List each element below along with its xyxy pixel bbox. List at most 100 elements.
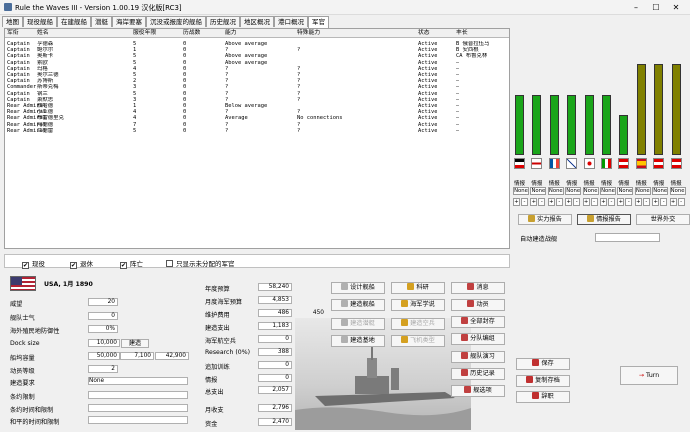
- intel-minus-button[interactable]: -: [538, 198, 546, 206]
- budget-label: 建造支出: [205, 325, 230, 332]
- auto-build-dropdown[interactable]: [595, 233, 660, 242]
- power-report-button[interactable]: 实力报告: [518, 214, 572, 225]
- buttons_col3-button[interactable]: 全部封存: [451, 316, 505, 328]
- tab-4[interactable]: 海岸要塞: [112, 16, 146, 27]
- table-row[interactable]: Captain 苏博斯 2 0?? Active –: [5, 78, 509, 84]
- intel-minus-button[interactable]: -: [660, 198, 668, 206]
- tab-8[interactable]: 港口概况: [274, 16, 308, 27]
- buttons_col1-button[interactable]: 建造潜艇: [331, 318, 385, 330]
- buttons_col4-button[interactable]: 辞职: [516, 391, 570, 403]
- tab-1[interactable]: 现役舰船: [23, 16, 57, 27]
- dock-build-button[interactable]: 建造: [121, 339, 149, 348]
- table-row[interactable]: Captain 萧默思 3 0?? Active –: [5, 97, 509, 103]
- tab-6[interactable]: 历史舰况: [206, 16, 240, 27]
- buttons_col4-button[interactable]: 复制存档: [516, 375, 570, 387]
- table-row[interactable]: Captain 奥斯卡 5 0 Above average Active CA 布鲁克林: [5, 53, 509, 59]
- nation-flag-icon: [618, 158, 630, 169]
- table-cell: Active: [418, 109, 438, 116]
- intel-plus-button[interactable]: +: [547, 198, 555, 206]
- intel-minus-button[interactable]: -: [573, 198, 581, 206]
- table-row[interactable]: Rear Admiral 布雷德里克 4 0 Average No connections…: [5, 115, 509, 121]
- intel-minus-button[interactable]: -: [590, 198, 598, 206]
- button-icon: [401, 319, 409, 326]
- buttons_col3-button[interactable]: 舰选项: [451, 385, 505, 397]
- intel-plus-button[interactable]: +: [600, 198, 607, 206]
- budget-label: 月度海军预算: [205, 299, 243, 306]
- filter-checkbox[interactable]: ✔ 退休: [70, 258, 93, 269]
- table-row[interactable]: Commander 斯蒂克梅 3 0?? Active –: [5, 84, 509, 90]
- filter-checkbox[interactable]: ✔ 阵亡: [120, 258, 143, 269]
- intel-report-button[interactable]: 情报报告: [577, 214, 631, 225]
- tab-3[interactable]: 潜艇: [91, 16, 112, 27]
- officer-list[interactable]: 军衔 姓名 服役年限 历战数 能力 特殊能力 状态 丰长 Captain 亨德森 5 0 Above …: [4, 28, 510, 249]
- tab-9[interactable]: 军官: [308, 16, 329, 28]
- table-cell: 1: [133, 47, 137, 54]
- buttons_col3-button[interactable]: 动员: [451, 299, 505, 311]
- budget-value: 0: [258, 335, 292, 343]
- buttons_col2-button[interactable]: 科研: [391, 282, 445, 294]
- tab-0[interactable]: 地图: [2, 16, 23, 27]
- intel-plus-button[interactable]: +: [582, 198, 590, 206]
- budget-value: 388: [258, 348, 292, 356]
- filter-checkbox[interactable]: ✔ 现役: [22, 258, 45, 269]
- tab-7[interactable]: 地区概况: [240, 16, 274, 27]
- intel-plus-button[interactable]: +: [669, 198, 677, 206]
- strength-bar: [532, 95, 542, 155]
- intel-plus-button[interactable]: +: [530, 198, 538, 206]
- intel-plus-button[interactable]: +: [617, 198, 625, 206]
- table-row[interactable]: Captain 钢兰 5 0?? Active –: [5, 91, 509, 97]
- table-cell: 3: [133, 84, 137, 91]
- intel-minus-button[interactable]: -: [677, 198, 685, 206]
- buttons_col1-button[interactable]: 建造基地: [331, 335, 385, 347]
- intel-plus-button[interactable]: +: [513, 198, 520, 206]
- buttons_col2-button[interactable]: 建造空兵: [391, 318, 445, 330]
- table-row[interactable]: Rear Admiral 兰德雷 5 0?? Active –: [5, 128, 509, 134]
- table-cell: 斯蒂克梅: [37, 84, 59, 91]
- turn-button[interactable]: → Turn: [620, 366, 678, 385]
- intel-minus-button[interactable]: -: [521, 198, 528, 206]
- buttons_col2-button[interactable]: 海军学说: [391, 299, 445, 311]
- button-icon: [464, 386, 472, 393]
- table-row[interactable]: Captain 索欧 5 0 Above average Active –: [5, 60, 509, 66]
- table-cell: 5: [133, 72, 137, 78]
- table-row[interactable]: Captain 亨德森 5 0 Above average Active B 俄普拉伍马: [5, 41, 509, 47]
- tab-2[interactable]: 在建舰船: [57, 16, 91, 27]
- checkbox-box[interactable]: ✔: [70, 262, 77, 269]
- checkbox-box[interactable]: ✔: [22, 262, 29, 269]
- intel-minus-button[interactable]: -: [608, 198, 615, 206]
- filter-checkbox[interactable]: 只显示未分配的军官: [166, 258, 235, 268]
- table-cell: 1: [133, 103, 137, 109]
- stat-value: [88, 404, 188, 412]
- table-row[interactable]: Captain 鲍尔尔 1 0?? Active B 安西根: [5, 47, 509, 53]
- power-report-label: 实力报告: [537, 216, 562, 223]
- minimize-icon[interactable]: –: [630, 2, 642, 13]
- buttons_col2-button[interactable]: 飞机类型: [391, 335, 445, 347]
- close-icon[interactable]: ✕: [670, 2, 682, 13]
- world-diplomacy-button[interactable]: 世界外交: [636, 214, 690, 225]
- intel-minus-button[interactable]: -: [555, 198, 563, 206]
- table-row[interactable]: Rear Admiral 默哈德 1 0 Below average Active –: [5, 103, 509, 109]
- table-row[interactable]: Captain 玛格 4 0?? Active –: [5, 66, 509, 72]
- tab-5[interactable]: 沉没或报废的舰船: [146, 16, 206, 27]
- intel-plus-button[interactable]: +: [565, 198, 573, 206]
- buttons_col3-button[interactable]: 消息: [451, 282, 505, 294]
- buttons_col3-button[interactable]: 舰队演习: [451, 351, 505, 363]
- intel-plus-button[interactable]: +: [634, 198, 642, 206]
- intel-minus-button[interactable]: -: [625, 198, 633, 206]
- table-cell: 7: [133, 121, 137, 128]
- buttons_col4-button[interactable]: 保存: [516, 358, 570, 370]
- intel-minus-button[interactable]: -: [642, 198, 650, 206]
- checkbox-box[interactable]: [166, 260, 173, 267]
- table-row[interactable]: Rear Admiral 小亚德 4 0?? Active –: [5, 109, 509, 115]
- intel-plus-button[interactable]: +: [652, 198, 660, 206]
- buttons_col1-button[interactable]: 设计舰船: [331, 282, 385, 294]
- intel-label: 情报: [601, 181, 613, 187]
- buttons_col3-button[interactable]: 分队编组: [451, 333, 505, 345]
- checkbox-box[interactable]: ✔: [120, 262, 127, 269]
- buttons_col1-button[interactable]: 建造舰船: [331, 299, 385, 311]
- table-row[interactable]: Captain 奥尔兰德 5 0?? Active –: [5, 72, 509, 78]
- column-header: 特殊能力: [297, 30, 321, 36]
- maximize-icon[interactable]: ☐: [650, 2, 662, 13]
- table-row[interactable]: Rear Admiral 阿德德 7 0?? Active –: [5, 122, 509, 128]
- buttons_col3-button[interactable]: 历史记录: [451, 368, 505, 380]
